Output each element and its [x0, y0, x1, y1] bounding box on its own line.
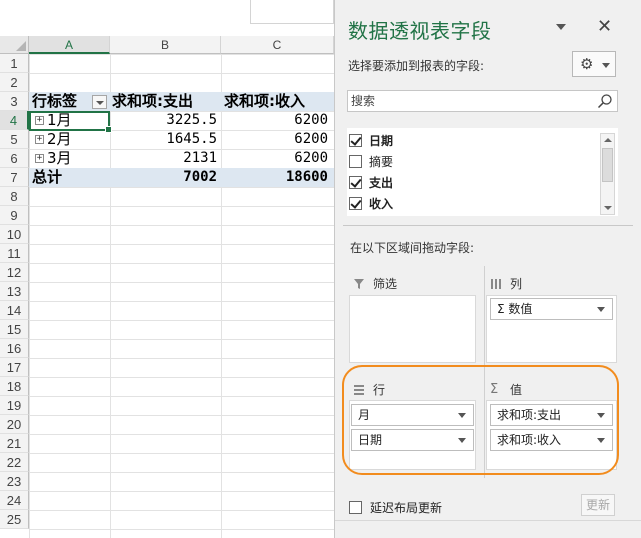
tools-button[interactable]: ⚙ — [572, 51, 616, 77]
filters-area-title: 筛选 — [353, 275, 397, 292]
select-all-button[interactable] — [0, 36, 29, 54]
scroll-up-icon[interactable] — [604, 138, 612, 142]
row-header[interactable]: 20 — [0, 415, 29, 434]
row-labels-filter-button[interactable] — [92, 95, 107, 109]
field-search-box[interactable] — [347, 90, 618, 112]
pivot-expense-value: 3225.5 — [166, 112, 217, 128]
defer-label: 延迟布局更新 — [370, 501, 443, 515]
defer-layout-update[interactable]: 延迟布局更新 — [349, 499, 442, 516]
pivot-income-value: 6200 — [294, 150, 328, 166]
row-header[interactable]: 23 — [0, 472, 29, 491]
pivot-total-expense: 7002 — [183, 169, 217, 185]
pivot-expense-header: 求和项:支出 — [112, 92, 193, 110]
field-checkbox[interactable] — [349, 175, 362, 189]
column-header-b[interactable]: B — [110, 36, 221, 54]
field-item-income[interactable]: 收入 — [349, 193, 393, 213]
row-header[interactable]: 19 — [0, 396, 29, 415]
row-header[interactable]: 5 — [0, 130, 29, 149]
field-list: 日期 摘要 支出 收入 — [347, 128, 618, 216]
gear-icon: ⚙ — [580, 55, 594, 73]
pivot-expense-value: 1645.5 — [166, 131, 217, 147]
pivot-income-value: 6200 — [294, 131, 328, 147]
row-header[interactable]: 14 — [0, 301, 29, 320]
columns-icon — [490, 278, 502, 290]
active-cell-selection[interactable] — [29, 111, 112, 133]
filter-icon — [353, 278, 365, 290]
row-header[interactable]: 16 — [0, 339, 29, 358]
filters-drop-area[interactable] — [349, 295, 476, 363]
field-label: 支出 — [369, 175, 394, 190]
expand-icon[interactable]: + — [35, 135, 44, 144]
choose-fields-label: 选择要添加到报表的字段: — [348, 59, 485, 73]
field-item-date[interactable]: 日期 — [349, 130, 393, 150]
row-header[interactable]: 18 — [0, 377, 29, 396]
field-label: 摘要 — [369, 154, 394, 169]
search-input[interactable] — [348, 91, 588, 111]
divider — [335, 520, 641, 521]
search-icon[interactable] — [597, 93, 613, 109]
pivot-expense-value: 2131 — [183, 150, 217, 166]
row-header[interactable]: 24 — [0, 491, 29, 510]
highlight-annotation — [342, 365, 619, 475]
pane-title: 数据透视表字段 — [348, 19, 492, 43]
filters-area-label: 筛选 — [373, 277, 398, 291]
field-checkbox[interactable] — [349, 154, 362, 168]
pane-options-chevron-icon[interactable] — [556, 24, 566, 30]
pivot-field-pane: 数据透视表字段 ✕ 选择要添加到报表的字段: ⚙ 日期 摘要 支出 收入 — [334, 0, 641, 538]
column-header-c[interactable]: C — [221, 36, 334, 54]
field-checkbox[interactable] — [349, 133, 362, 147]
row-header[interactable]: 2 — [0, 73, 29, 92]
row-header[interactable]: 12 — [0, 263, 29, 282]
divider — [343, 225, 633, 226]
field-list-scrollbar[interactable] — [600, 133, 615, 215]
chevron-down-icon[interactable] — [597, 307, 605, 312]
row-header[interactable]: 4 — [0, 111, 29, 130]
row-header[interactable]: 9 — [0, 206, 29, 225]
field-checkbox[interactable] — [349, 196, 362, 210]
row-header[interactable]: 17 — [0, 358, 29, 377]
pill-label: Σ 数值 — [497, 302, 533, 316]
field-item-expense[interactable]: 支出 — [349, 172, 393, 192]
pivot-row-label: 2月 — [47, 130, 72, 148]
pivot-total-income: 18600 — [285, 169, 328, 185]
row-header[interactable]: 10 — [0, 225, 29, 244]
pivot-row-label: 3月 — [47, 149, 72, 167]
row-header[interactable]: 3 — [0, 92, 29, 111]
chevron-down-icon — [602, 63, 610, 68]
row-header[interactable]: 13 — [0, 282, 29, 301]
expand-icon[interactable]: + — [35, 154, 44, 163]
defer-checkbox[interactable] — [349, 501, 362, 514]
column-header-a[interactable]: A — [29, 36, 110, 54]
row-header[interactable]: 11 — [0, 244, 29, 263]
row-header[interactable]: 21 — [0, 434, 29, 453]
field-label: 收入 — [369, 196, 394, 211]
pivot-income-value: 6200 — [294, 112, 328, 128]
row-header[interactable]: 7 — [0, 168, 29, 187]
field-label: 日期 — [369, 133, 394, 148]
update-button[interactable]: 更新 — [581, 494, 615, 516]
field-item-summary[interactable]: 摘要 — [349, 151, 393, 171]
pivot-total-label: 总计 — [32, 168, 63, 186]
columns-area-label: 列 — [510, 277, 523, 291]
row-header[interactable]: 15 — [0, 320, 29, 339]
scroll-thumb[interactable] — [602, 148, 613, 182]
row-header[interactable]: 8 — [0, 187, 29, 206]
row-header[interactable]: 25 — [0, 510, 29, 529]
row-header[interactable]: 1 — [0, 54, 29, 73]
close-icon[interactable]: ✕ — [597, 17, 612, 37]
row-header[interactable]: 6 — [0, 149, 29, 168]
columns-area-title: 列 — [490, 275, 522, 292]
pivot-income-header: 求和项:收入 — [224, 92, 305, 110]
scroll-down-icon[interactable] — [604, 206, 612, 210]
row-header[interactable]: 22 — [0, 453, 29, 472]
formula-bar-box[interactable] — [250, 0, 334, 24]
columns-values-pill[interactable]: Σ 数值 — [490, 298, 613, 320]
drag-fields-label: 在以下区域间拖动字段: — [350, 241, 475, 255]
